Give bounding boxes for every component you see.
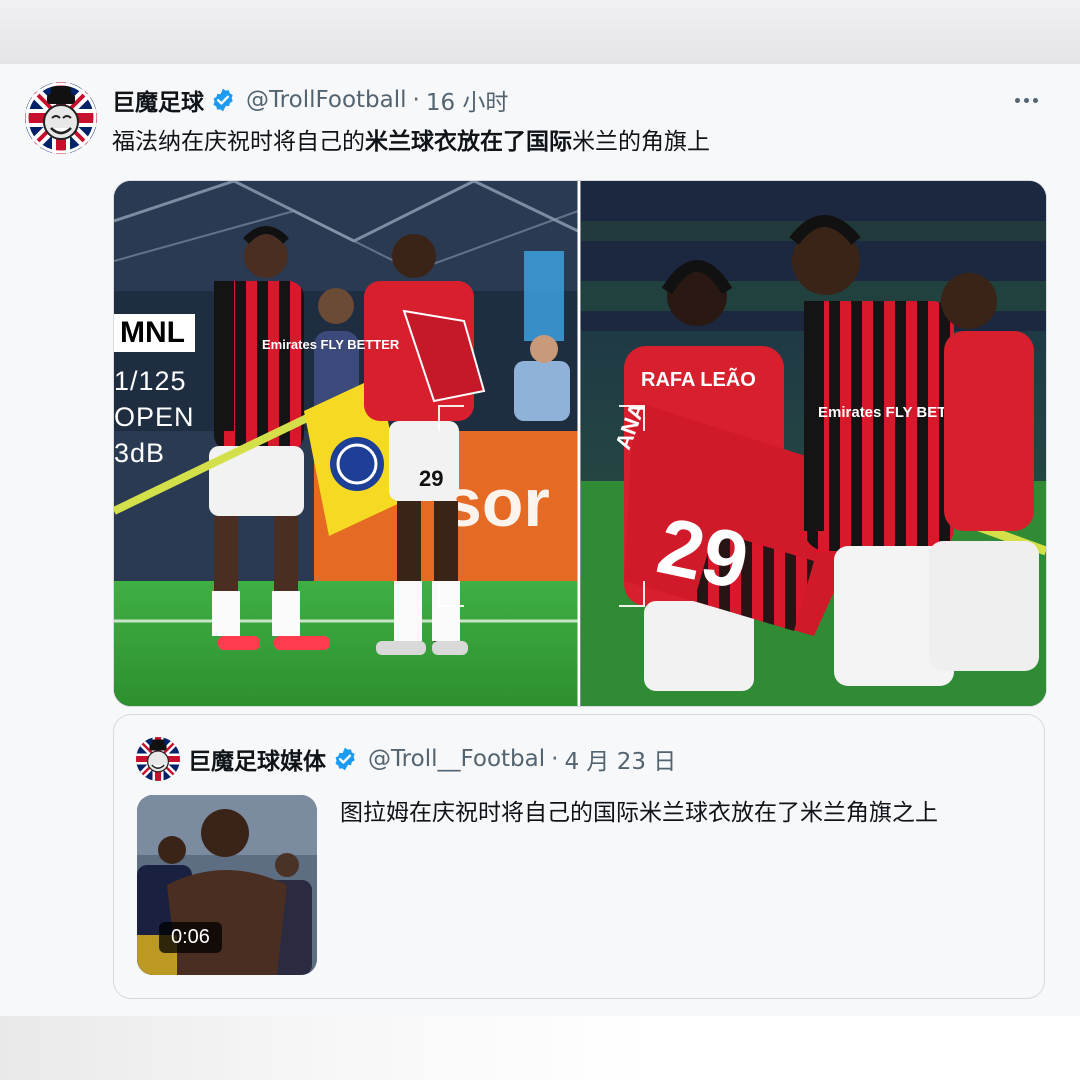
camera-overlay-line3: 3dB <box>114 438 166 468</box>
tweet-text-part2: 米兰的角旗上 <box>572 129 710 155</box>
quoted-tweet-date[interactable]: 4 月 23 日 <box>564 742 676 776</box>
quoted-tweet[interactable]: 巨魔足球媒体 @Troll__Footbal · 4 月 23 日 0:06 图… <box>113 714 1045 999</box>
video-duration-badge: 0:06 <box>159 922 222 953</box>
tweet-header: 巨魔足球 @TrollFootball · 16 小时 <box>112 84 508 116</box>
tweet-text-bold: 米兰球衣放在了国际 <box>365 129 572 155</box>
left-photo: sor 29 Emirates FLY BETTER <box>114 181 579 706</box>
author-handle[interactable]: @TrollFootball <box>246 87 407 113</box>
verified-badge-icon <box>210 87 236 113</box>
left-board-text: sor <box>444 465 550 541</box>
right-flag-number: 29 <box>650 501 756 607</box>
quoted-tweet-header: 巨魔足球媒体 @Troll__Footbal · 4 月 23 日 <box>188 743 676 775</box>
quoted-tweet-text: 图拉姆在庆祝时将自己的国际米兰球衣放在了米兰角旗之上 <box>340 800 938 826</box>
quoted-author-handle[interactable]: @Troll__Footbal <box>368 746 545 772</box>
author-avatar[interactable] <box>25 82 97 154</box>
tweet-media-image[interactable]: sor 29 Emirates FLY BETTER RAFA LEÃO 29 … <box>113 180 1047 707</box>
tweet-text: 福法纳在庆祝时将自己的米兰球衣放在了国际米兰的角旗上 <box>112 122 710 156</box>
tweet-card[interactable]: 巨魔足球 @TrollFootball · 16 小时 福法纳在庆祝时将自己的米… <box>0 64 1080 1016</box>
header-separator: · <box>412 87 420 113</box>
quoted-author-avatar[interactable] <box>136 737 180 781</box>
tweet-text-part1: 福法纳在庆祝时将自己的 <box>112 129 365 155</box>
left-sponsor-text: Emirates FLY BETTER <box>262 337 400 352</box>
quoted-header-separator: · <box>551 746 559 772</box>
right-back-name: RAFA LEÃO <box>641 368 756 391</box>
camera-overlay-box: MNL <box>114 314 195 352</box>
camera-overlay-line1: 1/125 <box>114 366 187 396</box>
quoted-video-thumbnail[interactable]: 0:06 <box>137 795 317 975</box>
quoted-author-name[interactable]: 巨魔足球媒体 <box>188 742 326 776</box>
bottom-band <box>0 1016 1080 1080</box>
verified-badge-icon <box>332 746 358 772</box>
left-shorts-number: 29 <box>419 466 443 491</box>
tweet-time[interactable]: 16 小时 <box>426 83 509 117</box>
more-options-icon[interactable] <box>1008 86 1044 114</box>
camera-overlay-line2: OPEN <box>114 402 195 432</box>
author-name[interactable]: 巨魔足球 <box>112 83 204 117</box>
top-band <box>0 0 1080 64</box>
